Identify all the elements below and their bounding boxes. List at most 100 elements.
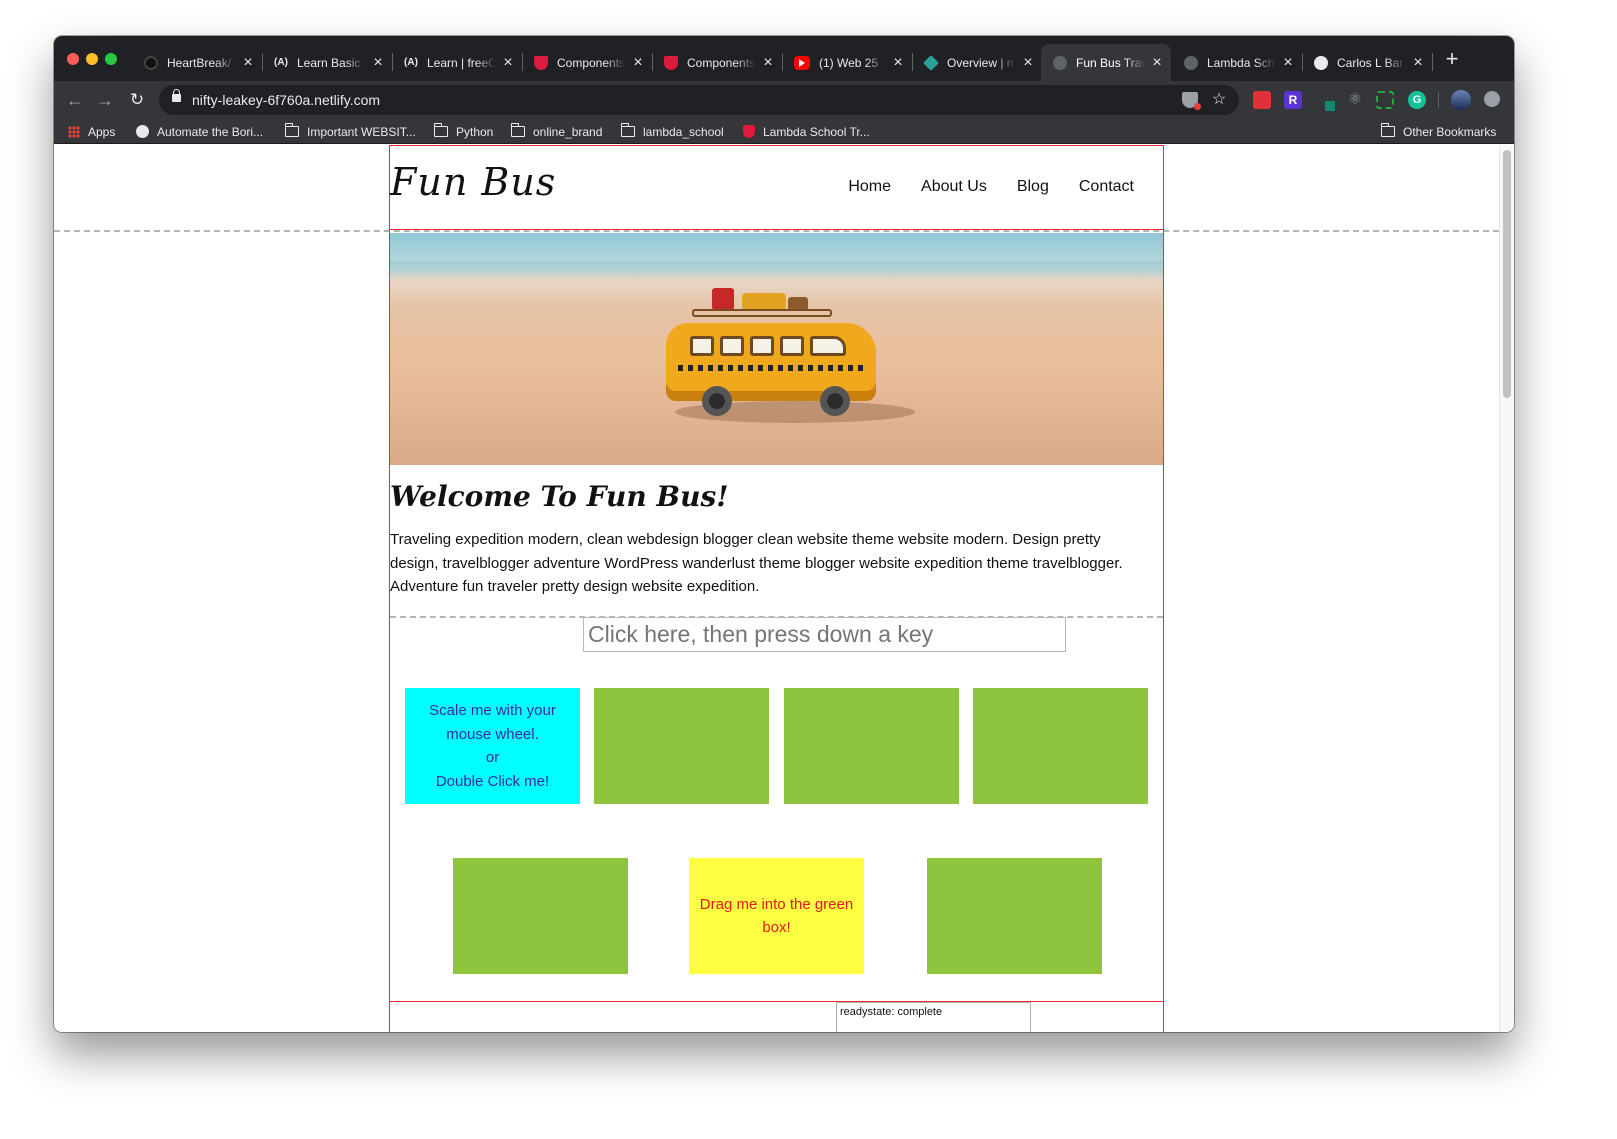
extension-r-icon[interactable]: R [1284,91,1302,109]
tab-label: (1) Web 25 [819,55,879,70]
reload-icon[interactable]: ↻ [124,87,150,113]
minimize-window-button[interactable] [86,53,98,65]
tab-close-icon[interactable]: × [1280,54,1296,71]
tab-close-icon[interactable]: × [1410,54,1426,71]
page-scrollbar[interactable] [1499,145,1514,1032]
extension-teal-icon[interactable] [1317,91,1335,111]
blocked-shield-icon[interactable] [1182,92,1201,110]
lambda-shield-icon [534,55,548,70]
bookmark-label: Important WEBSIT... [307,124,416,139]
tab-close-icon[interactable]: × [890,54,906,71]
nav-contact[interactable]: Contact [1079,178,1134,196]
intro-paragraph: Traveling expedition modern, clean webde… [390,531,1123,595]
tab-label: Fun Bus Travel [1076,55,1145,70]
globe-icon [1053,55,1067,70]
tab-heartbreak[interactable]: HeartBreak/ × [132,44,263,81]
draggable-yellow-box[interactable]: Drag me into the green box! [689,858,864,974]
url-text[interactable]: nifty-leakey-6f760a.netlify.com [192,92,380,108]
extension-dashed-icon[interactable] [1376,91,1394,109]
freecodecamp-icon: (A) [274,57,288,68]
tab-close-icon[interactable]: × [760,54,776,71]
apps-icon [68,125,80,138]
bookmark-lambda-school[interactable]: lambda_school [620,119,724,144]
bookmark-important-websites[interactable]: Important WEBSIT... [284,119,416,144]
tab-youtube-web25[interactable]: (1) Web 25 × [782,44,913,81]
bookmark-label: Lambda School Tr... [763,124,870,139]
nav-blog[interactable]: Blog [1017,178,1049,196]
site-logo[interactable]: Fun Bus [390,160,556,204]
lambda-shield-icon [664,55,678,70]
grammarly-icon[interactable]: G [1408,91,1426,109]
bookmark-automate[interactable]: Automate the Bori... [136,119,263,144]
folder-icon [433,123,448,137]
tab-components-1[interactable]: Components × [522,44,653,81]
scrollbar-thumb[interactable] [1503,150,1511,398]
tab-close-icon[interactable]: × [500,54,516,71]
drag-box-text: Drag me into the green box! [699,895,854,937]
address-bar[interactable]: nifty-leakey-6f760a.netlify.com ☆ [159,85,1239,115]
tab-close-icon[interactable]: × [240,54,256,71]
lambda-shield-icon [743,125,755,138]
footer [390,1001,1163,1032]
bookmark-online-brand[interactable]: online_brand [510,119,603,144]
forward-arrow-icon[interactable]: → [92,87,118,113]
globe-icon [1314,55,1328,70]
browser-menu-icon[interactable] [1484,91,1500,107]
tab-fun-bus-active[interactable]: Fun Bus Travel × [1041,44,1171,81]
welcome-heading: Welcome To Fun Bus! [390,480,729,513]
keypress-input[interactable] [583,617,1066,652]
drop-target-green-box[interactable] [927,858,1102,974]
drop-target-green-box[interactable] [453,858,628,974]
back-arrow-icon[interactable]: ← [62,87,88,113]
folder-icon [510,123,525,137]
close-window-button[interactable] [67,53,79,65]
tab-components-2[interactable]: Components × [652,44,783,81]
green-box[interactable] [973,688,1148,804]
green-box[interactable] [594,688,769,804]
extension-arrow-icon[interactable] [1253,91,1271,109]
tab-label: Components [687,55,756,70]
folder-icon [620,123,635,137]
hero-image [390,233,1163,465]
bookmark-python[interactable]: Python [433,119,493,144]
bookmark-star-icon[interactable]: ☆ [1211,92,1227,108]
tab-lambda-school[interactable]: Lambda Sch × [1172,44,1303,81]
new-tab-button[interactable]: + [1442,48,1462,70]
github-icon [144,55,158,70]
tab-overview[interactable]: Overview | n × [912,44,1042,81]
scale-box-or: or [485,749,500,766]
tab-label: Components [557,55,626,70]
bookmarks-bar: Apps Automate the Bori... Important WEBS… [54,119,1514,144]
readystate-output: readystate: complete [836,1002,1031,1032]
scale-box[interactable]: Scale me with your mouse wheel. or Doubl… [405,688,580,804]
tab-close-icon[interactable]: × [630,54,646,71]
tab-learn-basic[interactable]: (A) Learn Basic × [262,44,393,81]
browser-toolbar: ← → ↻ nifty-leakey-6f760a.netlify.com ☆ … [54,81,1514,119]
react-devtools-icon[interactable]: ⚛ [1346,91,1364,109]
tab-label: Overview | n [947,55,1014,70]
nav-about-us[interactable]: About Us [921,178,987,196]
bookmark-label: online_brand [533,124,603,139]
globe-icon [136,125,149,138]
bookmark-apps[interactable]: Apps [68,119,115,144]
tab-learn-freecodecamp[interactable]: (A) Learn | freeCodeCamp × [392,44,523,81]
tab-close-icon[interactable]: × [1149,54,1165,71]
maximize-window-button[interactable] [105,53,117,65]
site-header: Fun Bus Home About Us Blog Contact [390,146,1163,230]
tab-carlos[interactable]: Carlos L Bar × [1302,44,1433,81]
tab-label: Carlos L Bar [1337,55,1404,70]
tab-close-icon[interactable]: × [1020,54,1036,71]
tab-close-icon[interactable]: × [370,54,386,71]
page-viewport: Fun Bus Home About Us Blog Contact Welco… [54,145,1514,1032]
green-box[interactable] [784,688,959,804]
bookmark-lambda-school-tr[interactable]: Lambda School Tr... [743,119,870,144]
bookmark-label: lambda_school [643,124,724,139]
folder-icon [284,123,299,137]
globe-icon [1184,55,1198,70]
profile-avatar[interactable] [1451,90,1471,110]
folder-icon [1380,123,1395,137]
nav-home[interactable]: Home [848,178,891,196]
tab-label: Learn | freeCodeCamp [427,55,496,70]
bookmark-label: Apps [88,124,116,139]
bookmark-other[interactable]: Other Bookmarks [1380,119,1496,144]
